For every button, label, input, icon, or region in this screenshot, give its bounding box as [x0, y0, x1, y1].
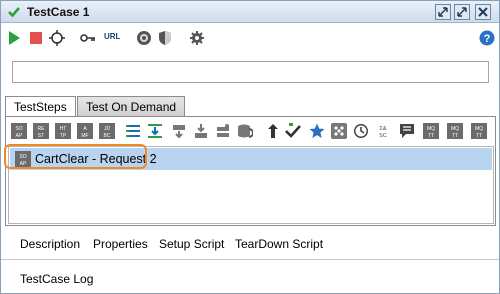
http-request-icon[interactable]: HTTP: [55, 123, 71, 139]
svg-text:Σ&: Σ&: [379, 126, 386, 132]
steps-toolbar: SO AP RE ST HT TP A MF JD BC Σ& SC MQ TT MQ TT M…: [11, 123, 491, 141]
svg-text:TT: TT: [476, 133, 482, 139]
svg-text:AP: AP: [20, 161, 27, 167]
svg-text:SO: SO: [15, 126, 22, 132]
maximize-icon[interactable]: [454, 4, 470, 20]
check-icon: [8, 7, 20, 18]
tab-test-on-demand[interactable]: Test On Demand: [77, 96, 186, 117]
amf-request-icon[interactable]: AMF: [77, 123, 93, 139]
svg-text:MQ: MQ: [451, 126, 459, 132]
rest-request-icon[interactable]: REST: [33, 123, 49, 139]
svg-text:MQ: MQ: [427, 126, 435, 132]
divider: [1, 259, 499, 260]
options-icon[interactable]: [49, 30, 65, 46]
security-icon[interactable]: [157, 30, 173, 46]
tab-teststeps[interactable]: TestSteps: [5, 96, 76, 117]
soap-request-icon: SOAP: [15, 151, 31, 167]
mqtt-publish-icon[interactable]: MQTT: [423, 123, 439, 139]
search-input[interactable]: [12, 61, 489, 83]
svg-text:MF: MF: [81, 133, 88, 139]
svg-text:RE: RE: [38, 126, 46, 132]
step-label: CartClear - Request 2: [35, 152, 157, 166]
testcase-window: TestCase 1 URL ? TestSteps Test On Deman…: [0, 0, 500, 294]
url-icon[interactable]: URL: [104, 32, 120, 41]
delay-step-icon[interactable]: [215, 123, 231, 139]
property-transfer-icon[interactable]: [147, 123, 163, 139]
teststeps-list: SO AP CartClear - Request 2: [8, 146, 494, 224]
star-icon[interactable]: [309, 123, 325, 139]
svg-text:ST: ST: [38, 133, 44, 139]
svg-text:HT: HT: [60, 126, 67, 132]
restore-icon[interactable]: [435, 4, 451, 20]
key-icon[interactable]: [80, 30, 96, 46]
mock-response-icon[interactable]: [331, 123, 347, 139]
svg-text:JD: JD: [104, 126, 111, 132]
svg-text:TT: TT: [428, 133, 434, 139]
svg-text:TT: TT: [452, 133, 458, 139]
conditional-goto-icon[interactable]: [171, 123, 187, 139]
comment-icon[interactable]: [399, 123, 415, 139]
jms-icon[interactable]: Σ&SC: [375, 123, 391, 139]
testcase-log-tab[interactable]: TestCase Log: [20, 272, 93, 286]
stop-icon[interactable]: [28, 30, 44, 46]
teststeps-panel: SO AP RE ST HT TP A MF JD BC Σ& SC MQ TT MQ TT M…: [5, 116, 496, 226]
tab-teardown-script[interactable]: TearDown Script: [235, 237, 323, 251]
svg-text:MQ: MQ: [475, 126, 483, 132]
tab-properties[interactable]: Properties: [93, 237, 148, 251]
tab-description[interactable]: Description: [20, 237, 80, 251]
svg-text:?: ?: [484, 33, 491, 45]
mqtt-drop-icon[interactable]: MQTT: [471, 123, 487, 139]
tab-setup-script[interactable]: Setup Script: [159, 237, 224, 251]
svg-text:BC: BC: [104, 133, 111, 139]
properties-step-icon[interactable]: [125, 123, 141, 139]
list-item[interactable]: SO AP CartClear - Request 2: [10, 148, 492, 170]
mqtt-receive-icon[interactable]: MQTT: [447, 123, 463, 139]
transfer-icon[interactable]: [265, 123, 281, 139]
help-icon[interactable]: ?: [479, 30, 495, 46]
close-icon[interactable]: [475, 4, 491, 20]
run-icon[interactable]: [6, 30, 22, 46]
groovy-script-icon[interactable]: [237, 123, 253, 139]
run-testcase-icon[interactable]: [193, 123, 209, 139]
status-icon[interactable]: [136, 30, 152, 46]
jdbc-request-icon[interactable]: JDBC: [99, 123, 115, 139]
bottom-tabs: Description Properties Setup Script Tear…: [1, 235, 499, 253]
settings-icon[interactable]: [189, 30, 205, 46]
title-bar: TestCase 1: [1, 1, 499, 23]
svg-text:SC: SC: [379, 133, 387, 139]
clock-icon[interactable]: [353, 123, 369, 139]
svg-text:TP: TP: [60, 133, 67, 139]
svg-text:AP: AP: [16, 133, 23, 139]
window-title: TestCase 1: [27, 5, 90, 19]
main-toolbar: URL ?: [1, 24, 499, 52]
soap-request-icon[interactable]: SOAP: [11, 123, 27, 139]
svg-text:SO: SO: [19, 154, 26, 160]
assertion-icon[interactable]: [285, 123, 301, 139]
